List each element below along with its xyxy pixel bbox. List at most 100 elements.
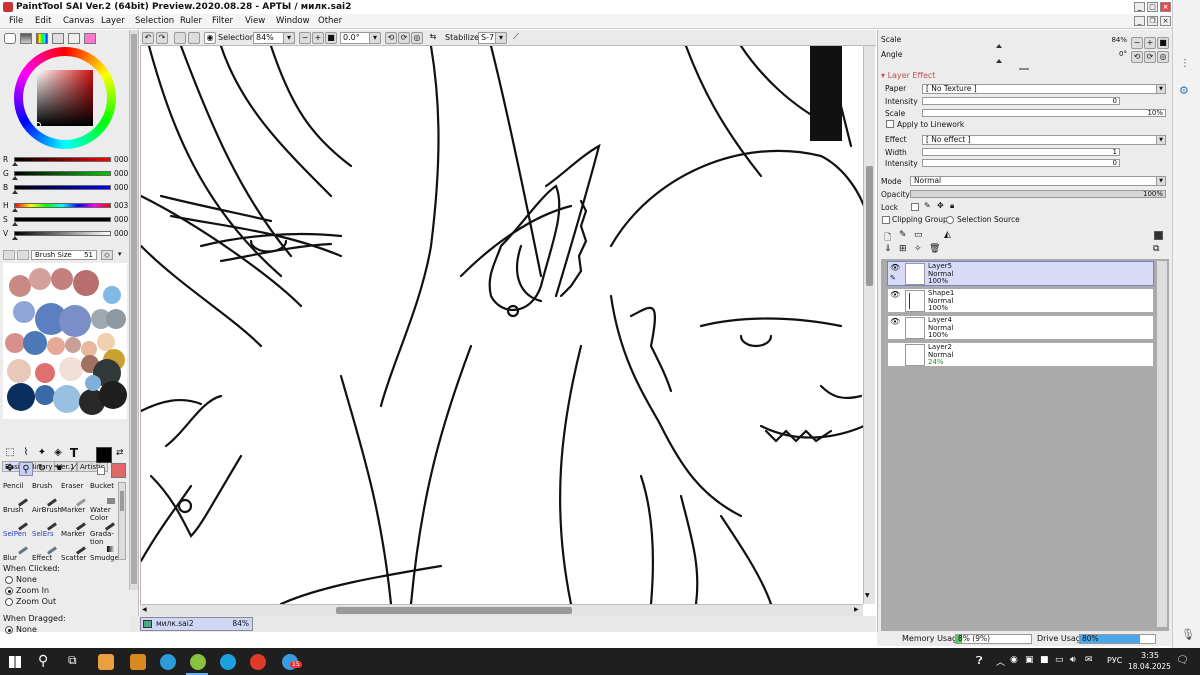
swap-colors-icon[interactable]: ⇄ bbox=[116, 448, 124, 458]
tray-arrow-icon[interactable]: ︿ bbox=[996, 655, 1005, 668]
transparent-color-icon[interactable] bbox=[97, 467, 105, 475]
doc-minimize-button[interactable]: _ bbox=[1134, 16, 1145, 26]
rotation-dropdown-icon[interactable]: ▾ bbox=[369, 32, 381, 44]
swatches-mode-icon[interactable] bbox=[68, 33, 80, 44]
delete-layer-icon[interactable]: 🗑︎ bbox=[929, 244, 940, 254]
brush-preset-button-2[interactable] bbox=[17, 250, 29, 260]
lasso-icon[interactable]: ⌇ bbox=[19, 446, 33, 460]
menu-filter[interactable]: Filter bbox=[212, 14, 233, 29]
paper-scale-slider[interactable]: 10% bbox=[922, 109, 1166, 117]
color-picker-cursor[interactable] bbox=[35, 122, 41, 128]
tool-marker[interactable]: Marker bbox=[60, 506, 88, 531]
zoom-out-icon[interactable]: − bbox=[299, 32, 311, 44]
scale-slider-handle[interactable] bbox=[996, 44, 1002, 48]
tool-smudge[interactable]: Smudge bbox=[89, 554, 119, 578]
effect-select[interactable]: [ No effect ] ▼ bbox=[922, 135, 1166, 145]
menu-other[interactable]: Other bbox=[318, 14, 342, 29]
straight-line-icon[interactable]: ⟋ bbox=[510, 32, 522, 44]
tool-grid-scrollbar[interactable] bbox=[118, 482, 126, 560]
sliders-icon[interactable]: ⚙︎ bbox=[1179, 84, 1189, 97]
clock-date[interactable]: 18.04.2025 bbox=[1128, 662, 1171, 671]
menu-layer[interactable]: Layer bbox=[101, 14, 125, 29]
tool-brush[interactable]: Brush bbox=[31, 482, 59, 507]
layer-panel-settings-icon[interactable]: ⧉ bbox=[1153, 244, 1159, 254]
paper-texture-select[interactable]: [ No Texture ] ▼ bbox=[922, 84, 1166, 94]
tool-brush-2[interactable]: Brush bbox=[2, 506, 30, 531]
maximize-button[interactable]: □ bbox=[1147, 2, 1158, 12]
scratchpad-mode-icon[interactable] bbox=[84, 33, 96, 44]
primary-color-swatch[interactable] bbox=[96, 447, 112, 463]
scroll-right-icon[interactable]: ▶ bbox=[854, 606, 859, 613]
navigator-zoom-in-icon[interactable]: + bbox=[1144, 37, 1156, 49]
navigator-scale-value[interactable]: 84% bbox=[881, 37, 1129, 45]
selection-source-checkbox[interactable] bbox=[946, 216, 954, 224]
chrome-app-icon[interactable] bbox=[190, 654, 206, 670]
tray-app-icon-1[interactable]: ◉ bbox=[1010, 655, 1018, 665]
move-icon[interactable]: ✥ bbox=[3, 462, 17, 476]
zoom-tool-icon[interactable]: ⚲ bbox=[19, 462, 33, 476]
rgb-slider-mode-icon[interactable] bbox=[20, 33, 32, 44]
undo-icon[interactable]: ↶ bbox=[142, 32, 154, 44]
secondary-color-swatch[interactable] bbox=[111, 463, 126, 478]
layer-row[interactable]: 👁︎ Shape1 Normal 100% bbox=[887, 288, 1154, 313]
search-icon[interactable]: ⚲ bbox=[38, 653, 48, 669]
saturation-value-square[interactable] bbox=[37, 70, 93, 126]
left-panel-scrollbar[interactable] bbox=[129, 30, 138, 590]
when-dragged-none-radio[interactable] bbox=[5, 626, 13, 634]
more-options-icon[interactable]: ⋮ bbox=[1180, 58, 1190, 69]
merge-down-icon[interactable]: ⊞ bbox=[899, 244, 907, 254]
angle-slider-handle[interactable] bbox=[996, 59, 1002, 63]
zoom-in-icon[interactable]: + bbox=[312, 32, 324, 44]
lock-all-icon[interactable]: 🔒︎ bbox=[950, 201, 954, 211]
menu-ruler[interactable]: Ruler bbox=[180, 14, 202, 29]
hsv-slider-mode-icon[interactable] bbox=[36, 33, 48, 44]
rotate-left-icon[interactable]: ⟲ bbox=[385, 32, 397, 44]
magic-wand-icon[interactable]: ✦ bbox=[35, 446, 49, 460]
language-indicator[interactable]: РУС bbox=[1107, 656, 1122, 665]
clear-layer-icon[interactable]: ✧ bbox=[914, 244, 922, 254]
rotate-tool-icon[interactable]: ↻ bbox=[35, 462, 49, 476]
navigator-zoom-out-icon[interactable]: − bbox=[1131, 37, 1143, 49]
canvas-vertical-scrollbar[interactable]: ▼ bbox=[863, 46, 875, 604]
canvas-horizontal-scrollbar[interactable]: ◀ ▶ bbox=[140, 604, 863, 616]
brush-size-dropdown-icon[interactable]: ▾ bbox=[118, 250, 122, 258]
tray-app-icon-2[interactable]: ▣ bbox=[1025, 655, 1034, 665]
lock-move-icon[interactable]: ✥ bbox=[937, 201, 944, 210]
invert-selection-icon[interactable] bbox=[188, 32, 200, 44]
deselect-icon[interactable] bbox=[174, 32, 186, 44]
microphone-icon[interactable]: 🎙︎ bbox=[1181, 628, 1195, 641]
tool-pencil[interactable]: Pencil bbox=[2, 482, 30, 507]
tool-bucket[interactable]: Bucket bbox=[89, 482, 117, 506]
edit-layer-icon[interactable]: ✎ bbox=[890, 274, 902, 285]
effect-width-slider[interactable]: 1 bbox=[922, 148, 1120, 156]
eye-icon[interactable]: 👁︎ bbox=[890, 264, 902, 274]
tool-selpen[interactable]: SelPen bbox=[2, 530, 30, 555]
when-clicked-zoom-out-radio[interactable] bbox=[5, 598, 13, 606]
s-slider[interactable]: S 000 bbox=[3, 214, 138, 226]
minimize-button[interactable]: _ bbox=[1134, 2, 1145, 12]
menu-canvas[interactable]: Canvas bbox=[63, 14, 94, 29]
vertical-scroll-thumb[interactable] bbox=[866, 166, 873, 286]
transfer-down-icon[interactable]: ⇓ bbox=[884, 244, 892, 254]
layer-mask-icon[interactable]: ◭ bbox=[944, 230, 951, 240]
menu-file[interactable]: File bbox=[9, 14, 23, 29]
eraser-mode-icon[interactable]: ◇ bbox=[101, 250, 113, 260]
navigator-angle-value[interactable]: 0° bbox=[881, 51, 1129, 59]
flip-icon[interactable]: ⇆ bbox=[427, 32, 439, 44]
tool-airbrush[interactable]: AirBrush bbox=[31, 506, 62, 531]
shape-select-icon[interactable]: ◈ bbox=[51, 446, 65, 460]
apply-linework-checkbox[interactable] bbox=[886, 120, 894, 128]
volume-icon[interactable]: 🔊︎ bbox=[1070, 655, 1076, 665]
layer-row[interactable]: 👁︎ ✎ Layer5 Normal 100% bbox=[887, 261, 1154, 286]
selection-visibility-icon[interactable]: ◉ bbox=[204, 32, 216, 44]
navigator-rotate-left-icon[interactable]: ⟲ bbox=[1131, 51, 1143, 63]
edge-icon[interactable] bbox=[160, 654, 176, 670]
eyedropper-icon[interactable]: ⟋ bbox=[67, 462, 81, 476]
clipping-group-checkbox[interactable] bbox=[882, 216, 890, 224]
brush-preset-button-1[interactable] bbox=[3, 250, 15, 260]
rotate-reset-icon[interactable]: ◎ bbox=[411, 32, 423, 44]
zoom-reset-icon[interactable]: ■ bbox=[325, 32, 337, 44]
layer-panel-menu-icon[interactable] bbox=[1154, 231, 1163, 240]
tool-marker-2[interactable]: Marker bbox=[60, 530, 88, 555]
opacity-slider[interactable]: 100% bbox=[910, 190, 1166, 198]
